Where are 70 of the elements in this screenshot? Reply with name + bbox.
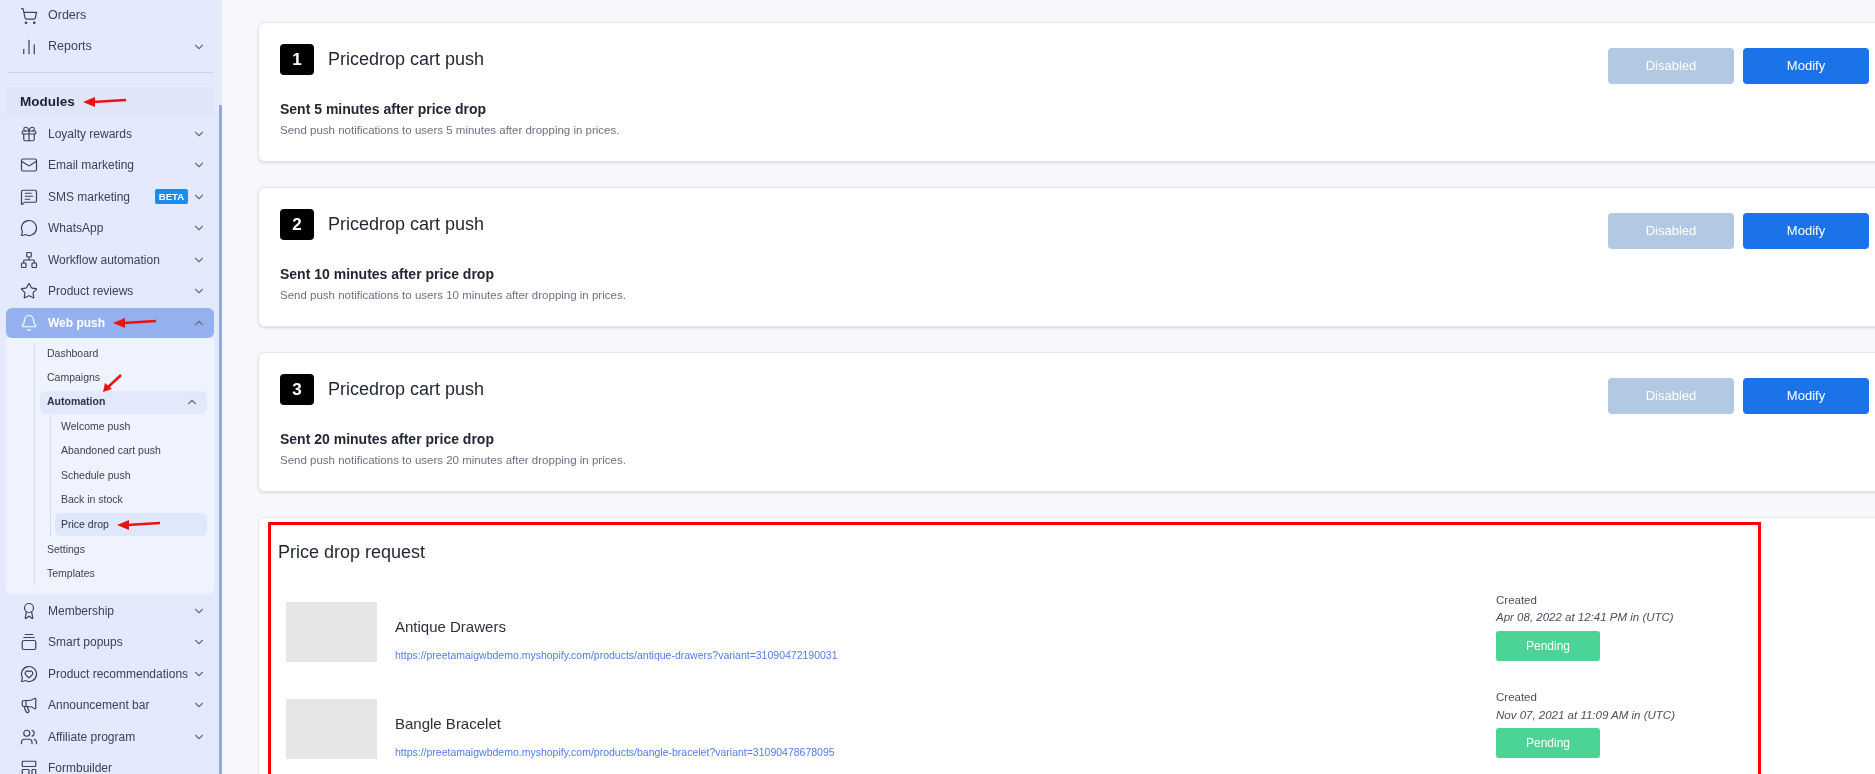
stacked-windows-icon bbox=[20, 633, 38, 651]
section-heading: Modules bbox=[6, 87, 214, 117]
nav-item[interactable]: Announcement bar bbox=[6, 690, 214, 720]
step-number: 3 bbox=[280, 374, 314, 405]
product-name: Antique Drawers bbox=[395, 617, 507, 637]
modify-button[interactable]: Modify bbox=[1743, 213, 1869, 249]
submenu-item[interactable]: Price drop bbox=[55, 513, 207, 536]
card-description: Send push notifications to users 20 minutes after dropping in prices. bbox=[280, 453, 627, 468]
form-icon bbox=[20, 759, 38, 774]
nav-item[interactable]: Workflow automation bbox=[6, 244, 214, 275]
cart-icon bbox=[20, 6, 38, 25]
card-subtitle: Sent 10 minutes after price drop bbox=[280, 265, 495, 284]
step-number: 1 bbox=[280, 44, 314, 75]
mail-icon bbox=[20, 156, 38, 174]
card-description: Send push notifications to users 5 minutes after dropping in prices. bbox=[280, 123, 621, 138]
submenu-item[interactable]: Templates bbox=[45, 562, 207, 585]
card-subtitle: Sent 20 minutes after price drop bbox=[280, 430, 495, 449]
step-number: 2 bbox=[280, 209, 314, 240]
nav-item[interactable]: Product recommendations bbox=[6, 658, 214, 689]
status-badge: Pending bbox=[1496, 630, 1600, 661]
hierarchy-icon bbox=[20, 250, 38, 269]
nav-item[interactable]: SMS marketing BETA bbox=[6, 181, 214, 212]
nav-item[interactable]: Loyalty rewards bbox=[6, 118, 214, 149]
card-title: Pricedrop cart push bbox=[328, 213, 485, 236]
product-link[interactable]: https://preetamaigwbdemo.myshopify.com/products/bangle-bracelet?variant=31090478678095 bbox=[395, 744, 835, 761]
beta-badge: BETA bbox=[154, 189, 188, 204]
card-title: Pricedrop cart push bbox=[328, 48, 485, 71]
nav-item[interactable]: Smart popups bbox=[6, 627, 214, 657]
section-title: Price drop request bbox=[278, 541, 427, 564]
annotation-arrow-icon bbox=[101, 372, 123, 393]
created-date: Nov 07, 2021 at 11:09 AM in (UTC) bbox=[1496, 707, 1676, 723]
card-title: Pricedrop cart push bbox=[328, 378, 485, 401]
submenu-item[interactable]: Automation bbox=[40, 390, 207, 414]
nav-item[interactable]: Reports bbox=[6, 31, 214, 62]
chat-star-icon bbox=[20, 664, 38, 683]
card-subtitle: Sent 5 minutes after price drop bbox=[280, 100, 488, 119]
submenu-item[interactable]: Abandoned cart push bbox=[55, 439, 207, 463]
bar-chart-icon bbox=[20, 37, 38, 56]
annotation-arrow-icon bbox=[82, 97, 127, 107]
submenu-item[interactable]: Campaigns bbox=[45, 366, 207, 390]
status-badge: Pending bbox=[1496, 727, 1600, 758]
bell-icon bbox=[20, 313, 38, 332]
nav-item[interactable]: Orders bbox=[6, 0, 214, 31]
card-description: Send push notifications to users 10 minutes after dropping in prices. bbox=[280, 288, 627, 303]
product-link[interactable]: https://preetamaigwbdemo.myshopify.com/products/antique-drawers?variant=31090472190031 bbox=[395, 647, 838, 664]
gift-icon bbox=[20, 124, 38, 143]
created-label: Created bbox=[1496, 690, 1538, 706]
submenu-item[interactable]: Back in stock bbox=[55, 488, 207, 512]
nav-item[interactable]: Affiliate program bbox=[6, 721, 214, 752]
submenu-item[interactable]: Settings bbox=[45, 538, 207, 561]
star-icon bbox=[20, 282, 38, 300]
product-name: Bangle Bracelet bbox=[395, 714, 502, 735]
chat-icon bbox=[20, 187, 38, 206]
nav-item[interactable]: Membership bbox=[6, 595, 214, 626]
modify-button[interactable]: Modify bbox=[1743, 48, 1869, 84]
created-label: Created bbox=[1496, 593, 1538, 608]
submenu-item[interactable]: Dashboard bbox=[45, 342, 207, 366]
scrollbar-icon bbox=[219, 105, 222, 774]
submenu-item[interactable]: Schedule push bbox=[55, 464, 207, 487]
annotation-arrow-icon bbox=[113, 317, 158, 328]
modify-button[interactable]: Modify bbox=[1743, 378, 1869, 414]
nav-item[interactable]: Product reviews bbox=[6, 276, 214, 306]
nav-item[interactable]: WhatsApp bbox=[6, 213, 214, 243]
nav-item[interactable]: Formbuilder bbox=[6, 753, 214, 774]
submenu-item[interactable]: Welcome push bbox=[55, 415, 207, 438]
people-icon bbox=[20, 727, 38, 746]
megaphone-icon bbox=[20, 696, 38, 714]
annotation-arrow-icon bbox=[116, 519, 161, 530]
created-date: Apr 08, 2022 at 12:41 PM in (UTC) bbox=[1496, 610, 1675, 626]
nav-item[interactable]: Email marketing bbox=[6, 150, 214, 180]
